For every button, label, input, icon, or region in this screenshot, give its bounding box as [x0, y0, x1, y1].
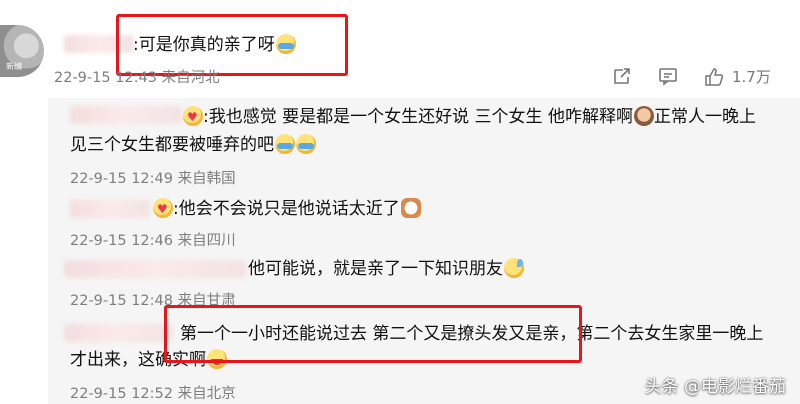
reply-username-blurred[interactable]	[70, 106, 182, 124]
comment-location: 来自河北	[161, 70, 220, 86]
reply-text: :他会不会说只是他说话太近了	[152, 198, 421, 220]
reply-text: :我也感觉 要是都是一个女生还好说 三个女生 他咋解释啊正常人一晚上	[182, 106, 756, 128]
crying-laugh-icon	[296, 134, 316, 154]
comment-time: 22-9-15 12:43	[54, 70, 157, 86]
comment-icon	[659, 68, 677, 86]
cat-icon	[400, 198, 421, 218]
reply-meta: 22-9-15 12:49 来自韩国	[70, 171, 236, 187]
avatar[interactable]: 新编	[0, 25, 44, 77]
share-button[interactable]	[612, 66, 632, 86]
reply-meta: 22-9-15 12:52 来自北京	[70, 386, 236, 402]
watermark: 头条 @电影烂番茄	[644, 377, 786, 397]
reply-username-blurred[interactable]	[70, 200, 150, 218]
share-icon	[614, 68, 630, 84]
reply-meta: 22-9-15 12:46 来自四川	[70, 233, 236, 249]
reply-text: 他可能说，就是亲了一下知识朋友	[248, 258, 524, 280]
reply-text-line2: 见三个女生都要被唾弃的吧	[70, 134, 316, 156]
monkey-icon	[633, 106, 654, 126]
reply-button[interactable]	[658, 66, 678, 86]
heart-eyes-icon	[153, 198, 173, 220]
main-comment-meta: 22-9-15 12:43 来自河北	[54, 69, 220, 87]
crying-laugh-icon	[275, 134, 295, 154]
heart-eyes-icon	[183, 106, 203, 128]
like-count: 1.7万	[732, 68, 771, 86]
highlight-box-main	[116, 14, 348, 76]
sweat-smile-icon	[504, 258, 524, 278]
thumbs-up-icon	[705, 67, 724, 86]
like-button[interactable]: 1.7万	[704, 66, 771, 87]
reply-username-blurred[interactable]	[64, 260, 246, 278]
reply-username-blurred[interactable]	[64, 324, 172, 342]
highlight-box-reply	[164, 305, 582, 363]
